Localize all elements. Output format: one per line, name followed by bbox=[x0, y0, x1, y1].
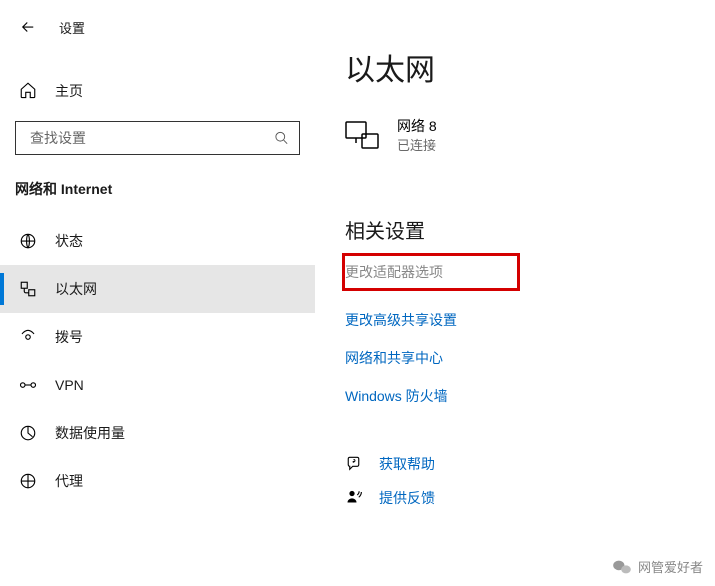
feedback-icon bbox=[345, 489, 365, 507]
give-feedback[interactable]: 提供反馈 bbox=[345, 488, 715, 508]
sidebar-item-proxy[interactable]: 代理 bbox=[0, 457, 315, 505]
nav-label: VPN bbox=[55, 377, 84, 393]
data-usage-icon bbox=[19, 424, 37, 442]
get-help[interactable]: 获取帮助 bbox=[345, 454, 715, 474]
watermark-text: 网管爱好者 bbox=[638, 557, 703, 576]
main-content: 以太网 网络 8 已连接 相关设置 更改适配器选项 更改高级共享设置 网络和共享… bbox=[315, 0, 715, 586]
related-settings-title: 相关设置 bbox=[345, 215, 715, 244]
nav-list: 状态 以太网 拨号 VPN bbox=[0, 217, 315, 505]
dialup-icon bbox=[19, 328, 37, 346]
home-label: 主页 bbox=[55, 81, 83, 101]
feedback-link: 提供反馈 bbox=[379, 488, 435, 508]
section-label: 网络和 Internet bbox=[15, 179, 315, 199]
search-icon bbox=[274, 130, 289, 146]
search-input[interactable] bbox=[30, 130, 274, 146]
vpn-icon bbox=[19, 377, 37, 393]
nav-label: 以太网 bbox=[55, 279, 97, 299]
wechat-icon bbox=[612, 559, 632, 575]
link-network-center[interactable]: 网络和共享中心 bbox=[345, 348, 715, 368]
sidebar-item-status[interactable]: 状态 bbox=[0, 217, 315, 265]
sidebar-item-data-usage[interactable]: 数据使用量 bbox=[0, 409, 315, 457]
nav-label: 状态 bbox=[55, 231, 83, 251]
status-icon bbox=[19, 232, 37, 250]
proxy-icon bbox=[19, 472, 37, 490]
home-icon bbox=[19, 81, 37, 102]
settings-title: 设置 bbox=[59, 18, 85, 37]
ethernet-adapter-icon bbox=[345, 121, 379, 151]
arrow-left-icon bbox=[19, 18, 37, 36]
nav-label: 拨号 bbox=[55, 327, 83, 347]
link-firewall[interactable]: Windows 防火墙 bbox=[345, 386, 715, 406]
home-button[interactable]: 主页 bbox=[0, 79, 315, 103]
watermark: 网管爱好者 bbox=[612, 557, 703, 576]
related-links: 更改适配器选项 更改高级共享设置 网络和共享中心 Windows 防火墙 bbox=[345, 256, 715, 406]
link-adapter-options[interactable]: 更改适配器选项 bbox=[345, 256, 517, 288]
nav-label: 代理 bbox=[55, 471, 83, 491]
search-box[interactable] bbox=[15, 121, 300, 155]
get-help-link: 获取帮助 bbox=[379, 454, 435, 474]
nav-label: 数据使用量 bbox=[55, 423, 125, 443]
help-icon bbox=[345, 455, 365, 473]
link-sharing-settings[interactable]: 更改高级共享设置 bbox=[345, 310, 715, 330]
sidebar: 设置 主页 网络和 Internet 状态 以太 bbox=[0, 0, 315, 586]
network-status[interactable]: 网络 8 已连接 bbox=[345, 117, 715, 155]
back-button[interactable] bbox=[19, 18, 37, 36]
network-state: 已连接 bbox=[397, 137, 437, 155]
network-name: 网络 8 bbox=[397, 117, 437, 137]
sidebar-item-ethernet[interactable]: 以太网 bbox=[0, 265, 315, 313]
page-title: 以太网 bbox=[345, 45, 715, 89]
sidebar-item-dialup[interactable]: 拨号 bbox=[0, 313, 315, 361]
sidebar-item-vpn[interactable]: VPN bbox=[0, 361, 315, 409]
ethernet-icon bbox=[19, 280, 37, 298]
